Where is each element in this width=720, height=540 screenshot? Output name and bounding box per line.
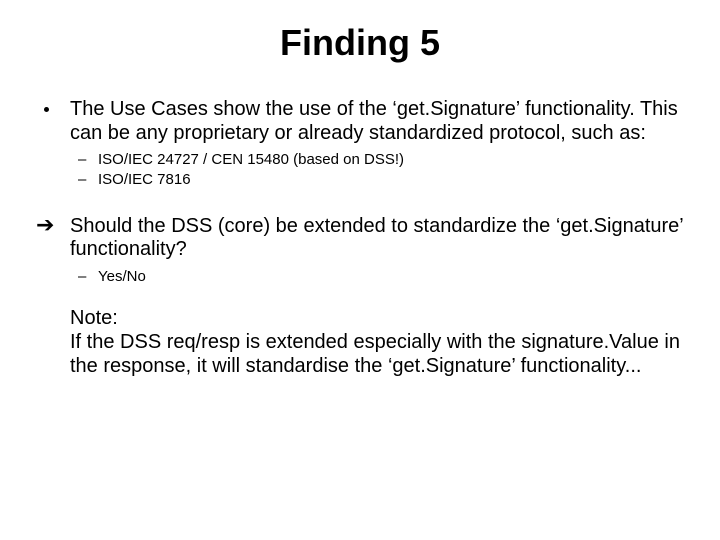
bullet-text: The Use Cases show the use of the ‘get.S… (70, 98, 678, 144)
sub-bullet-item: – ISO/IEC 7816 (70, 171, 684, 189)
bullet-dot-icon (44, 107, 49, 112)
note-block: Note: If the DSS req/resp is extended es… (36, 307, 684, 378)
sub-bullet-text: Yes/No (98, 268, 146, 285)
sub-bullet-item: – Yes/No (70, 268, 684, 286)
note-label: Note: (70, 307, 684, 331)
slide-title: Finding 5 (36, 22, 684, 64)
arrow-text: Should the DSS (core) be extended to sta… (70, 215, 683, 261)
note-body: If the DSS req/resp is extended especial… (70, 331, 684, 378)
bullet-item: The Use Cases show the use of the ‘get.S… (36, 98, 684, 189)
sub-bullet-text: ISO/IEC 24727 / CEN 15480 (based on DSS!… (98, 151, 404, 168)
slide: Finding 5 The Use Cases show the use of … (0, 0, 720, 540)
arrow-right-icon: ➔ (36, 215, 54, 237)
dash-icon: – (78, 171, 86, 189)
slide-body: The Use Cases show the use of the ‘get.S… (36, 98, 684, 378)
arrow-sub-list: – Yes/No (70, 268, 684, 286)
arrow-item: ➔ Should the DSS (core) be extended to s… (36, 215, 684, 286)
sub-bullet-text: ISO/IEC 7816 (98, 171, 191, 188)
sub-bullet-item: – ISO/IEC 24727 / CEN 15480 (based on DS… (70, 151, 684, 169)
dash-icon: – (78, 151, 86, 169)
sub-bullet-list: – ISO/IEC 24727 / CEN 15480 (based on DS… (70, 151, 684, 188)
bullet-list: The Use Cases show the use of the ‘get.S… (36, 98, 684, 189)
dash-icon: – (78, 268, 86, 286)
